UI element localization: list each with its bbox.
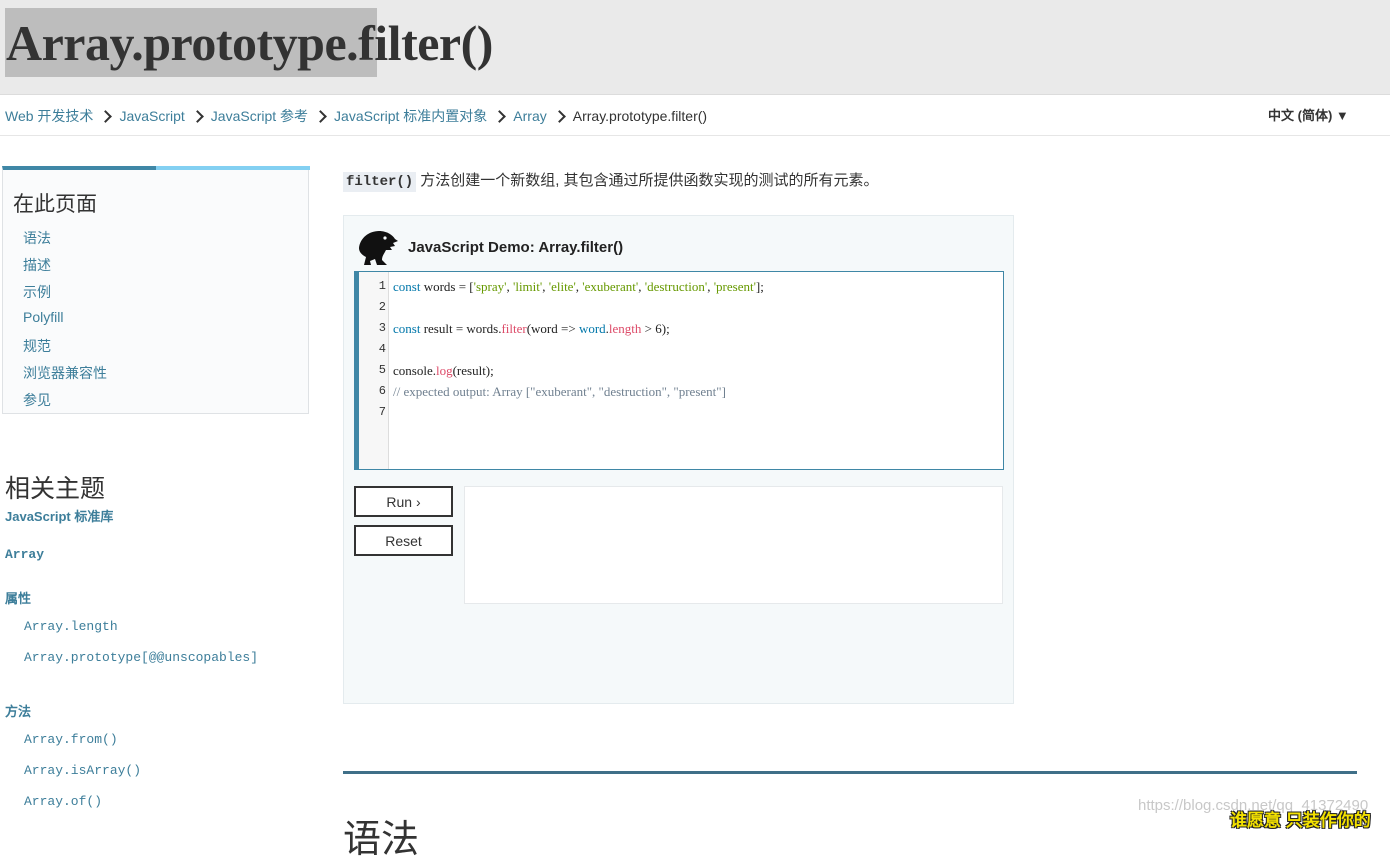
on-this-page-toc: 在此页面 语法 描述 示例 Polyfill 规范 浏览器兼容性 参见 xyxy=(2,166,310,414)
toc-item-browser-compat[interactable]: 浏览器兼容性 xyxy=(23,363,107,383)
code-token: > 6); xyxy=(641,321,670,336)
code-token: log xyxy=(435,363,453,378)
chevron-right-icon xyxy=(314,109,327,123)
code-token: ]; xyxy=(755,279,764,294)
toc-item-polyfill[interactable]: Polyfill xyxy=(23,309,63,325)
line-number: 5 xyxy=(378,363,386,377)
console-output-panel xyxy=(464,486,1003,604)
line-number: 7 xyxy=(378,405,386,419)
related-method-item[interactable]: Array.from() xyxy=(24,732,118,747)
line-number: 4 xyxy=(378,342,386,356)
code-token: length xyxy=(608,321,642,336)
code-line-3: const result = words.filter(word => word… xyxy=(393,321,670,337)
code-token: (word => xyxy=(526,321,579,336)
related-property-item[interactable]: Array.length xyxy=(24,619,118,634)
code-line-6-comment: // expected output: Array ["exuberant", … xyxy=(393,384,726,399)
line-number: 6 xyxy=(378,384,386,398)
related-method-item[interactable]: Array.isArray() xyxy=(24,763,141,778)
breadcrumb-current: Array.prototype.filter() xyxy=(572,108,708,124)
code-token: const xyxy=(393,321,421,336)
toc-item-syntax[interactable]: 语法 xyxy=(23,228,51,248)
chevron-right-icon xyxy=(99,109,113,123)
code-token: (result); xyxy=(452,363,494,378)
chevron-right-icon xyxy=(493,109,507,123)
reset-button[interactable]: Reset xyxy=(354,525,453,556)
run-button[interactable]: Run › xyxy=(354,486,453,517)
video-subtitle-text: 谁愿意 只装作你的 xyxy=(1230,811,1371,830)
section-heading-syntax: 语法 xyxy=(343,819,420,861)
intro-text: 方法创建一个新数组, 其包含通过所提供函数实现的测试的所有元素。 xyxy=(420,172,879,189)
code-token: 'limit' xyxy=(512,279,543,294)
toc-accent-bar xyxy=(156,166,310,170)
line-number: 2 xyxy=(378,300,386,314)
toc-item-examples[interactable]: 示例 xyxy=(23,282,51,302)
breadcrumb-javascript[interactable]: JavaScript xyxy=(119,108,184,124)
related-topics-title: 相关主题 xyxy=(5,476,106,503)
code-token: const xyxy=(393,279,421,294)
page-title-selected: Array.prototype xyxy=(6,15,347,71)
divider xyxy=(0,135,1390,136)
related-property-item[interactable]: Array.prototype[@@unscopables] xyxy=(24,650,258,665)
breadcrumb-web-dev[interactable]: Web 开发技术 xyxy=(5,106,93,126)
toc-title: 在此页面 xyxy=(13,192,97,216)
chevron-right-icon xyxy=(190,109,204,123)
code-token: word xyxy=(578,321,606,336)
intro-paragraph: filter() 方法创建一个新数组, 其包含通过所提供函数实现的测试的所有元素。 xyxy=(343,169,879,192)
code-token: 'exuberant' xyxy=(582,279,639,294)
intro-code: filter() xyxy=(343,172,417,192)
related-stdlib-link[interactable]: JavaScript 标准库 xyxy=(5,506,113,525)
code-token: 'destruction' xyxy=(644,279,708,294)
related-array-link[interactable]: Array xyxy=(5,547,44,562)
page-title: Array.prototype.filter() xyxy=(6,14,493,72)
code-token: 'present' xyxy=(713,279,756,294)
code-line-1: const words = ['spray', 'limit', 'elite'… xyxy=(393,279,764,295)
chevron-right-icon xyxy=(552,109,566,123)
toc-item-specifications[interactable]: 规范 xyxy=(23,336,51,356)
line-number: 1 xyxy=(378,279,386,293)
related-methods-heading[interactable]: 方法 xyxy=(5,701,31,720)
code-token: 'spray' xyxy=(473,279,507,294)
related-properties-heading[interactable]: 属性 xyxy=(5,588,31,607)
dinosaur-logo-icon xyxy=(359,231,398,265)
breadcrumb: Web 开发技术 JavaScript JavaScript 参考 JavaSc… xyxy=(5,106,707,126)
interactive-demo: JavaScript Demo: Array.filter() 1 2 3 4 … xyxy=(343,215,1014,704)
language-selector[interactable]: 中文 (简体) ▼ xyxy=(1268,105,1349,124)
code-token: console. xyxy=(393,363,436,378)
line-number-gutter: 1 2 3 4 5 6 7 xyxy=(359,272,389,469)
page-header: Array.prototype.filter() xyxy=(0,0,1390,95)
code-line-5: console.log(result); xyxy=(393,363,494,379)
code-editor[interactable]: 1 2 3 4 5 6 7 const words = ['spray', 'l… xyxy=(354,271,1004,470)
page-title-rest: .filter() xyxy=(346,15,493,71)
related-method-item[interactable]: Array.of() xyxy=(24,794,102,809)
breadcrumb-std-builtins[interactable]: JavaScript 标准内置对象 xyxy=(334,106,487,126)
section-divider xyxy=(343,771,1357,774)
code-token: 'elite' xyxy=(548,279,576,294)
toc-item-description[interactable]: 描述 xyxy=(23,255,51,275)
breadcrumb-array[interactable]: Array xyxy=(513,108,546,124)
code-token: filter xyxy=(501,321,527,336)
code-token: words = [ xyxy=(420,279,474,294)
code-token: result = words. xyxy=(420,321,502,336)
line-number: 3 xyxy=(378,321,386,335)
demo-title: JavaScript Demo: Array.filter() xyxy=(408,239,624,256)
breadcrumb-js-reference[interactable]: JavaScript 参考 xyxy=(211,106,308,126)
toc-item-see-also[interactable]: 参见 xyxy=(23,390,51,410)
